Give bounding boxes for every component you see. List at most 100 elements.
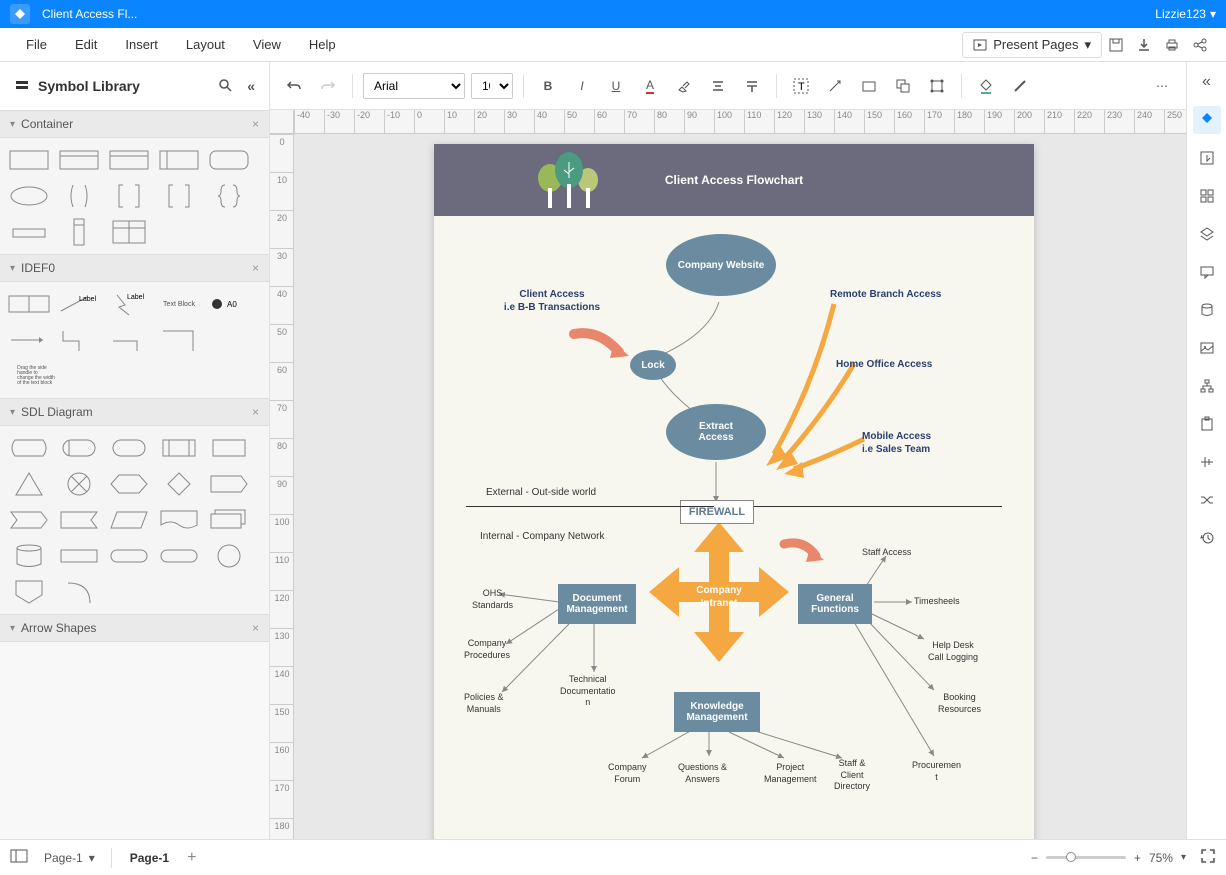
shape-column[interactable] [56,216,102,248]
shape-rect-header2[interactable] [106,144,152,176]
shape-idef-text[interactable]: Text Block [156,288,202,320]
section-container[interactable]: ▾ Container × [0,110,269,138]
comment-icon[interactable] [1193,258,1221,286]
shape-braces[interactable] [206,180,252,212]
shape-sdl-4[interactable] [156,432,202,464]
text-tool-button[interactable]: T [787,72,815,100]
shape-idef-corner[interactable] [156,324,202,356]
user-menu[interactable]: Lizzie123 ▾ [1155,7,1216,21]
fullscreen-button[interactable] [1200,848,1216,867]
menu-insert[interactable]: Insert [111,37,172,52]
node-company-website[interactable]: Company Website [666,234,776,296]
menu-view[interactable]: View [239,37,295,52]
shape-sdl-skew[interactable] [106,504,152,536]
history-icon[interactable] [1193,524,1221,552]
shape-idef-node[interactable]: A0 [206,288,252,320]
search-icon[interactable] [217,77,233,96]
shuffle-icon[interactable] [1193,486,1221,514]
outline-icon[interactable] [10,849,28,866]
print-button[interactable] [1158,31,1186,59]
save-button[interactable] [1102,31,1130,59]
arrange-button[interactable] [889,72,917,100]
shape-rounded[interactable] [206,144,252,176]
layers-icon[interactable] [1193,220,1221,248]
shape-sdl-pill[interactable] [156,540,202,572]
shape-idef-label[interactable]: Label [56,288,102,320]
zoom-level[interactable]: 75% [1149,851,1173,865]
shape-sdl-msgin[interactable] [56,504,102,536]
shape-ellipse[interactable] [6,180,52,212]
theme-icon[interactable] [1193,106,1221,134]
export-icon[interactable] [1193,144,1221,172]
shape-sdl-cylinder[interactable] [6,540,52,572]
share-button[interactable] [1186,31,1214,59]
shape-idef-zigzag[interactable]: Label [106,288,152,320]
database-icon[interactable] [1193,296,1221,324]
shape-sdl-round2[interactable] [106,540,152,572]
shape-idef-arrow[interactable] [6,324,52,356]
shape-sdl-stack[interactable] [206,504,252,536]
shape-rect[interactable] [6,144,52,176]
shape-sdl-flag[interactable] [206,468,252,500]
node-firewall[interactable]: FIREWALL [680,500,754,524]
shape-sdl-circle[interactable] [206,540,252,572]
group-button[interactable] [923,72,951,100]
shape-parens[interactable] [56,180,102,212]
bold-button[interactable]: B [534,72,562,100]
shape-sdl-circle-x[interactable] [56,468,102,500]
shape-sdl-1[interactable] [6,432,52,464]
section-sdl[interactable]: ▾ SDL Diagram × [0,398,269,426]
shape-idef-box[interactable] [6,288,52,320]
zoom-slider[interactable] [1046,856,1126,859]
shape-sdl-hex[interactable] [106,468,152,500]
section-idef0[interactable]: ▾ IDEF0 × [0,254,269,282]
close-icon[interactable]: × [252,621,259,635]
font-size-select[interactable]: 10 [471,73,513,99]
shape-sdl-triangle[interactable] [6,468,52,500]
shape-fill-button[interactable] [855,72,883,100]
canvas-scroll[interactable]: Client Access Flowchart [294,134,1186,839]
zoom-in-button[interactable]: + [1134,851,1141,865]
sitemap-icon[interactable] [1193,372,1221,400]
page-canvas[interactable]: Client Access Flowchart [434,144,1034,839]
close-icon[interactable]: × [252,261,259,275]
shape-sdl-diamond[interactable] [156,468,202,500]
collapse-panel-icon[interactable]: « [247,78,255,94]
redo-button[interactable] [314,72,342,100]
shape-sdl-5[interactable] [206,432,252,464]
shape-grid[interactable] [106,216,152,248]
connector-button[interactable] [821,72,849,100]
zoom-out-button[interactable]: − [1031,851,1038,865]
node-document-mgmt[interactable]: Document Management [558,584,636,624]
clipboard-icon[interactable] [1193,410,1221,438]
node-lock[interactable]: Lock [630,350,676,380]
shape-sdl-arc[interactable] [56,576,102,608]
present-pages-button[interactable]: Present Pages ▾ [962,32,1102,58]
menu-help[interactable]: Help [295,37,350,52]
shape-sdl-doc[interactable] [156,504,202,536]
shape-sdl-shield[interactable] [6,576,52,608]
shape-rect-header[interactable] [56,144,102,176]
shape-sdl-2[interactable] [56,432,102,464]
section-arrow[interactable]: ▾ Arrow Shapes × [0,614,269,642]
shape-sdl-rect2[interactable] [56,540,102,572]
shape-idef-note[interactable]: Drag the side handle to change the width… [6,360,66,392]
line-color-button[interactable] [1006,72,1034,100]
fill-color-button[interactable] [972,72,1000,100]
underline-button[interactable]: U [602,72,630,100]
shape-sdl-msgout[interactable] [6,504,52,536]
undo-button[interactable] [280,72,308,100]
shape-rect-sidebar[interactable] [156,144,202,176]
close-icon[interactable]: × [252,117,259,131]
node-general-functions[interactable]: General Functions [798,584,872,624]
menu-file[interactable]: File [12,37,61,52]
menu-edit[interactable]: Edit [61,37,111,52]
close-icon[interactable]: × [252,405,259,419]
page-tab-1[interactable]: Page-1 [120,847,179,869]
highlight-button[interactable] [670,72,698,100]
font-select[interactable]: Arial [363,73,465,99]
image-icon[interactable] [1193,334,1221,362]
font-color-button[interactable]: A [636,72,664,100]
menu-layout[interactable]: Layout [172,37,239,52]
align-button[interactable] [704,72,732,100]
